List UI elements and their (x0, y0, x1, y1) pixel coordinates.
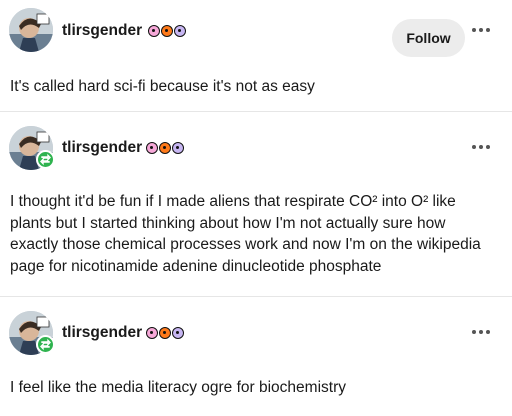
user-badges (146, 142, 184, 154)
username[interactable]: tlirsgender (62, 22, 142, 40)
post-text: I thought it'd be fun if I made aliens t… (10, 193, 481, 275)
badge-icon (146, 142, 158, 154)
post-text: It's called hard sci-fi because it's not… (10, 78, 315, 95)
post-3: tlirsgender I feel like the media litera… (0, 311, 512, 416)
badge-icon (159, 142, 171, 154)
post-2: tlirsgender I thought it'd be fun if I m… (0, 126, 512, 296)
avatar[interactable] (9, 8, 53, 52)
divider (0, 111, 512, 112)
badge-icon (146, 327, 158, 339)
reblog-icon (36, 150, 55, 169)
more-options-icon[interactable] (472, 144, 492, 150)
reblog-icon (36, 335, 55, 354)
username[interactable]: tlirsgender (62, 139, 142, 157)
badge-icon (148, 25, 160, 37)
post-1: tlirsgender Follow It's called hard sci-… (0, 8, 512, 112)
badge-icon (159, 327, 171, 339)
badge-icon (172, 327, 184, 339)
badge-icon (161, 25, 173, 37)
divider (0, 296, 512, 297)
follow-button[interactable]: Follow (392, 19, 465, 57)
more-options-icon[interactable] (472, 329, 492, 335)
user-badges (146, 327, 184, 339)
post-text: I feel like the media literacy ogre for … (10, 379, 346, 396)
badge-icon (174, 25, 186, 37)
user-badges (148, 25, 186, 37)
username[interactable]: tlirsgender (62, 324, 142, 342)
more-options-icon[interactable] (472, 27, 492, 33)
badge-icon (172, 142, 184, 154)
